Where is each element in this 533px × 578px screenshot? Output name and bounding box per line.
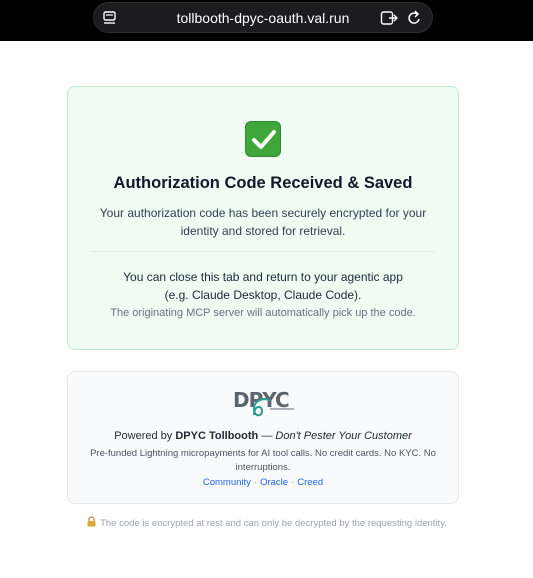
success-title: Authorization Code Received & Saved: [113, 174, 413, 192]
close-line-1: You can close this tab and return to you…: [123, 270, 403, 284]
encryption-note-text: The code is encrypted at rest and can on…: [100, 518, 447, 529]
powered-description: Pre-funded Lightning micropayments for A…: [90, 448, 436, 473]
address-bar[interactable]: tollbooth-dpyc-oauth.val.run: [93, 2, 433, 33]
origin-note: The originating MCP server will automati…: [110, 307, 416, 319]
link-separator: ·: [291, 477, 295, 488]
close-instructions: You can close this tab and return to you…: [88, 268, 438, 304]
powered-prefix: Powered by: [114, 430, 176, 442]
link-oracle[interactable]: Oracle: [260, 477, 288, 488]
reload-icon[interactable]: [406, 9, 422, 27]
lock-icon: [87, 516, 96, 527]
encryption-note: The code is encrypted at rest and can on…: [0, 516, 533, 529]
footer-links: Community · Oracle · Creed: [68, 477, 458, 488]
check-icon: [245, 121, 281, 157]
success-description: Your authorization code has been securel…: [99, 206, 427, 238]
dpyc-logo: DPYC: [233, 388, 294, 417]
link-community[interactable]: Community: [203, 477, 251, 488]
powered-brand: DPYC Tollbooth: [175, 430, 259, 442]
success-card: Authorization Code Received & Saved Your…: [67, 86, 459, 350]
powered-tagline: Don't Pester Your Customer: [275, 430, 412, 442]
close-line-2: (e.g. Claude Desktop, Claude Code).: [164, 288, 362, 302]
powered-dash: —: [258, 430, 276, 442]
link-creed[interactable]: Creed: [297, 477, 323, 488]
divider: [92, 251, 434, 252]
browser-toolbar: tollbooth-dpyc-oauth.val.run: [0, 0, 533, 41]
link-separator: ·: [253, 477, 258, 488]
powered-by-card: DPYC Powered by DPYC Tollbooth — Don't P…: [67, 371, 459, 504]
powered-by-line: Powered by DPYC Tollbooth — Don't Pester…: [68, 430, 458, 442]
tab-icon[interactable]: [380, 10, 398, 26]
